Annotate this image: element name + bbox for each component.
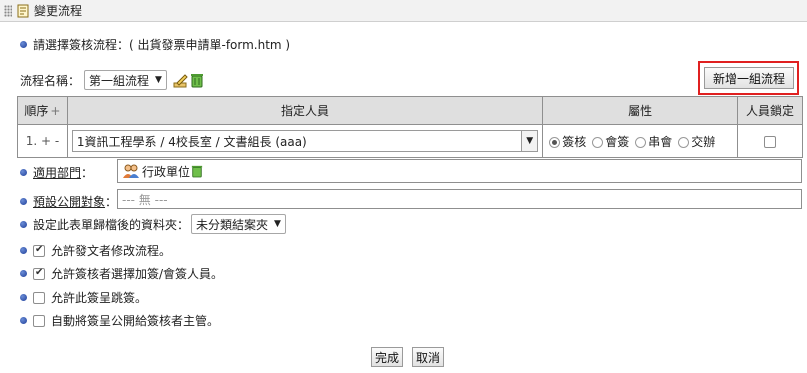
order-header: 順序 + xyxy=(17,96,68,125)
archive-folder-value: 未分類結案夾 xyxy=(196,217,269,232)
trash-icon[interactable] xyxy=(190,72,204,88)
archive-folder-select[interactable]: 未分類結案夾 ▼ xyxy=(191,214,286,234)
radio-icon[interactable] xyxy=(635,136,647,148)
bullet-icon xyxy=(20,270,27,277)
document-icon xyxy=(17,4,29,17)
allow-modify-flow-label: 允許發文者修改流程。 xyxy=(51,244,172,258)
drag-handle-icon[interactable] xyxy=(4,4,12,17)
archive-folder-label: 設定此表單歸檔後的資料夾： xyxy=(33,217,190,232)
table-header-row: 順序 + 指定人員 屬性 人員鎖定 xyxy=(17,96,803,125)
attr-option-sign[interactable]: 簽核 xyxy=(549,135,586,149)
department-row: 適用部門： xyxy=(20,164,93,181)
highlight-box xyxy=(698,61,799,95)
checkbox-row-modify-flow: 允許發文者修改流程。 xyxy=(20,242,171,259)
public-target-colon: ： xyxy=(105,195,118,209)
public-target-row: 預設公開對象： xyxy=(20,193,117,210)
cancel-button[interactable]: 取消 xyxy=(412,347,444,367)
flow-name-row: 流程名稱： 第一組流程 ▼ xyxy=(20,70,204,90)
assignee-header: 指定人員 xyxy=(66,96,544,125)
allow-skip-label: 允許此簽呈跳簽。 xyxy=(51,291,148,305)
bullet-icon xyxy=(20,169,27,176)
lock-header: 人員鎖定 xyxy=(737,96,803,125)
edit-pencil-icon[interactable] xyxy=(173,72,189,88)
lock-cell xyxy=(737,124,803,158)
radio-icon[interactable] xyxy=(592,136,604,148)
lock-checkbox[interactable] xyxy=(764,135,777,148)
group-users-icon xyxy=(123,164,139,178)
attribute-header: 屬性 xyxy=(542,96,739,125)
add-step-header-button[interactable]: + xyxy=(50,104,60,118)
trash-icon[interactable] xyxy=(191,164,203,178)
bullet-icon xyxy=(20,317,27,324)
checkbox-row-skip: 允許此簽呈跳簽。 xyxy=(20,289,147,306)
attr-option-serial[interactable]: 串會 xyxy=(635,135,672,149)
bullet-icon xyxy=(20,198,27,205)
allow-add-signers-label: 允許簽核者選擇加簽/會簽人員。 xyxy=(51,267,224,281)
bullet-icon xyxy=(20,294,27,301)
auto-public-checkbox[interactable] xyxy=(33,314,45,327)
bullet-icon xyxy=(20,247,27,254)
remove-step-button[interactable]: - xyxy=(55,134,59,148)
allow-modify-flow-checkbox[interactable] xyxy=(33,244,45,257)
department-label[interactable]: 適用部門 xyxy=(33,164,81,181)
public-target-label[interactable]: 預設公開對象 xyxy=(33,193,105,210)
department-value: 行政單位 xyxy=(142,164,191,179)
allow-skip-checkbox[interactable] xyxy=(33,291,45,304)
flow-table: 順序 + 指定人員 屬性 人員鎖定 1. + - 1資訊工程學系 / 4校長室 /… xyxy=(17,96,803,158)
attr-option-assign[interactable]: 交辦 xyxy=(678,135,715,149)
attribute-cell: 簽核 會簽 串會 交辦 xyxy=(542,124,739,158)
checkbox-row-auto-public: 自動將簽呈公開給簽核者主管。 xyxy=(20,312,219,329)
bullet-icon xyxy=(20,220,27,228)
chevron-down-icon: ▼ xyxy=(274,219,281,229)
public-target-field[interactable]: --- 無 --- xyxy=(117,189,802,209)
add-step-button[interactable]: + xyxy=(41,134,51,148)
archive-folder-row: 設定此表單歸檔後的資料夾： 未分類結案夾 ▼ xyxy=(20,214,286,234)
public-target-value: --- 無 --- xyxy=(122,192,168,207)
department-colon: ： xyxy=(81,166,94,180)
select-flow-text: 請選擇簽核流程：( 出貨發票申請單-form.htm ) xyxy=(33,38,291,52)
order-cell: 1. + - xyxy=(17,124,68,158)
checkbox-row-add-signers: 允許簽核者選擇加簽/會簽人員。 xyxy=(20,265,223,282)
select-flow-row: 請選擇簽核流程：( 出貨發票申請單-form.htm ) xyxy=(20,36,290,53)
allow-add-signers-checkbox[interactable] xyxy=(33,267,45,280)
window-title: 變更流程 xyxy=(34,4,83,18)
assignee-value: 1資訊工程學系 / 4校長室 / 文書組長 (aaa) xyxy=(76,134,307,149)
radio-icon[interactable] xyxy=(678,136,690,148)
bullet-icon xyxy=(20,41,27,48)
chevron-down-icon[interactable]: ▼ xyxy=(521,131,538,151)
auto-public-label: 自動將簽呈公開給簽核者主管。 xyxy=(51,314,220,328)
department-field[interactable]: 行政單位 xyxy=(117,159,802,183)
assignee-select[interactable]: 1資訊工程學系 / 4校長室 / 文書組長 (aaa) ▼ xyxy=(71,130,539,152)
assignee-cell: 1資訊工程學系 / 4校長室 / 文書組長 (aaa) ▼ xyxy=(66,124,544,158)
chevron-down-icon: ▼ xyxy=(155,75,162,85)
radio-icon[interactable] xyxy=(549,136,561,148)
window-titlebar: 變更流程 xyxy=(0,0,807,22)
order-number: 1. xyxy=(25,134,38,148)
done-button[interactable]: 完成 xyxy=(371,347,403,367)
flow-name-select[interactable]: 第一組流程 ▼ xyxy=(84,70,167,90)
table-row: 1. + - 1資訊工程學系 / 4校長室 / 文書組長 (aaa) ▼ 簽核會… xyxy=(17,124,803,158)
flow-name-value: 第一組流程 xyxy=(89,73,150,88)
flow-name-label: 流程名稱： xyxy=(20,73,81,88)
attr-option-countersign[interactable]: 會簽 xyxy=(592,135,629,149)
